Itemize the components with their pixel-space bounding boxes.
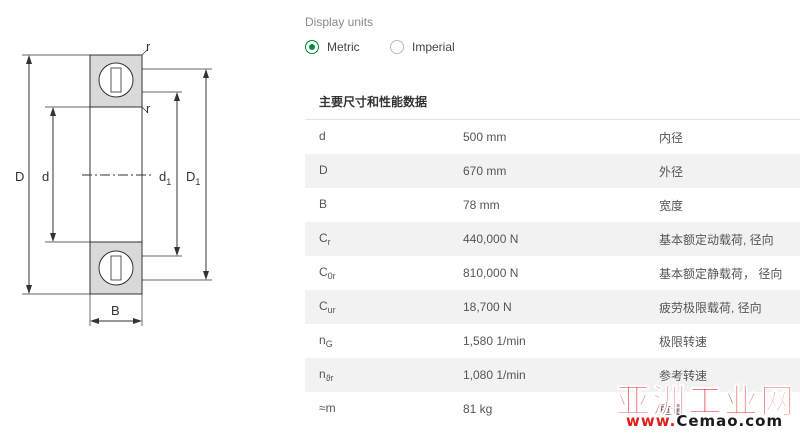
section-title: 主要尺寸和性能数据 xyxy=(319,95,428,109)
radio-unselected-icon[interactable] xyxy=(390,40,404,54)
row-symbol: ≈m xyxy=(319,401,336,415)
radio-selected-icon[interactable] xyxy=(305,40,319,54)
row-symbol: nG xyxy=(319,333,333,349)
row-symbol: Cur xyxy=(319,299,336,315)
row-value: 440,000 N xyxy=(463,232,519,246)
row-symbol: nϑr xyxy=(319,367,334,383)
table-row: nG 1,580 1/min 极限转速 xyxy=(305,324,800,358)
row-description: 参考转速 xyxy=(659,368,708,383)
label-D1: D1 xyxy=(186,169,200,187)
row-description: 疲劳极限载荷, 径向 xyxy=(659,300,762,315)
specifications-panel: Display units Metric Imperial 主要尺寸和性能数据 … xyxy=(305,0,800,438)
row-value: 1,580 1/min xyxy=(463,334,526,348)
row-description: 内径 xyxy=(659,130,684,145)
imperial-radio[interactable]: Imperial xyxy=(390,40,455,54)
metric-radio[interactable]: Metric xyxy=(305,40,360,54)
table-row: B 78 mm 宽度 xyxy=(305,188,800,222)
row-value: 1,080 1/min xyxy=(463,368,526,382)
row-description: 基本额定动载荷, 径向 xyxy=(659,232,774,247)
row-value: 78 mm xyxy=(463,198,500,212)
row-symbol: C0r xyxy=(319,265,336,281)
row-value: 500 mm xyxy=(463,130,507,144)
table-row: d 500 mm 内径 xyxy=(305,120,800,154)
table-row: nϑr 1,080 1/min 参考转速 xyxy=(305,358,800,392)
row-description: 外径 xyxy=(659,164,684,179)
row-symbol: Cr xyxy=(319,231,331,247)
display-units-label: Display units xyxy=(305,15,374,29)
row-symbol: d xyxy=(319,129,326,143)
specifications-table: d 500 mm 内径 D 670 mm 外径 B 78 mm 宽度 Cr 44… xyxy=(305,119,800,426)
row-description: 极限转速 xyxy=(659,334,708,349)
row-value: 81 kg xyxy=(463,402,493,416)
metric-radio-label: Metric xyxy=(327,40,360,54)
row-value: 18,700 N xyxy=(463,300,512,314)
row-description: 基本额定静载荷， 径向 xyxy=(659,266,783,281)
row-description: 重量 xyxy=(659,402,684,417)
bearing-cross-section-diagram: D d d1 D1 B r r xyxy=(15,39,212,326)
label-d1: d1 xyxy=(159,169,171,187)
row-description: 宽度 xyxy=(659,198,684,213)
table-row: ≈m 81 kg 重量 xyxy=(305,392,800,426)
label-r-mid: r xyxy=(146,101,151,116)
label-D: D xyxy=(15,169,24,184)
table-row: Cur 18,700 N 疲劳极限载荷, 径向 xyxy=(305,290,800,324)
row-symbol: D xyxy=(319,163,328,177)
row-symbol: B xyxy=(319,197,328,211)
row-value: 670 mm xyxy=(463,164,507,178)
bearing-drawing: D d d1 D1 B r r xyxy=(0,0,240,438)
row-value: 810,000 N xyxy=(463,266,519,280)
label-r-top: r xyxy=(146,39,151,54)
table-row: D 670 mm 外径 xyxy=(305,154,800,188)
label-d: d xyxy=(42,169,49,184)
label-B: B xyxy=(111,303,120,318)
imperial-radio-label: Imperial xyxy=(412,40,455,54)
table-row: C0r 810,000 N 基本额定静载荷， 径向 xyxy=(305,256,800,290)
table-row: Cr 440,000 N 基本额定动载荷, 径向 xyxy=(305,222,800,256)
